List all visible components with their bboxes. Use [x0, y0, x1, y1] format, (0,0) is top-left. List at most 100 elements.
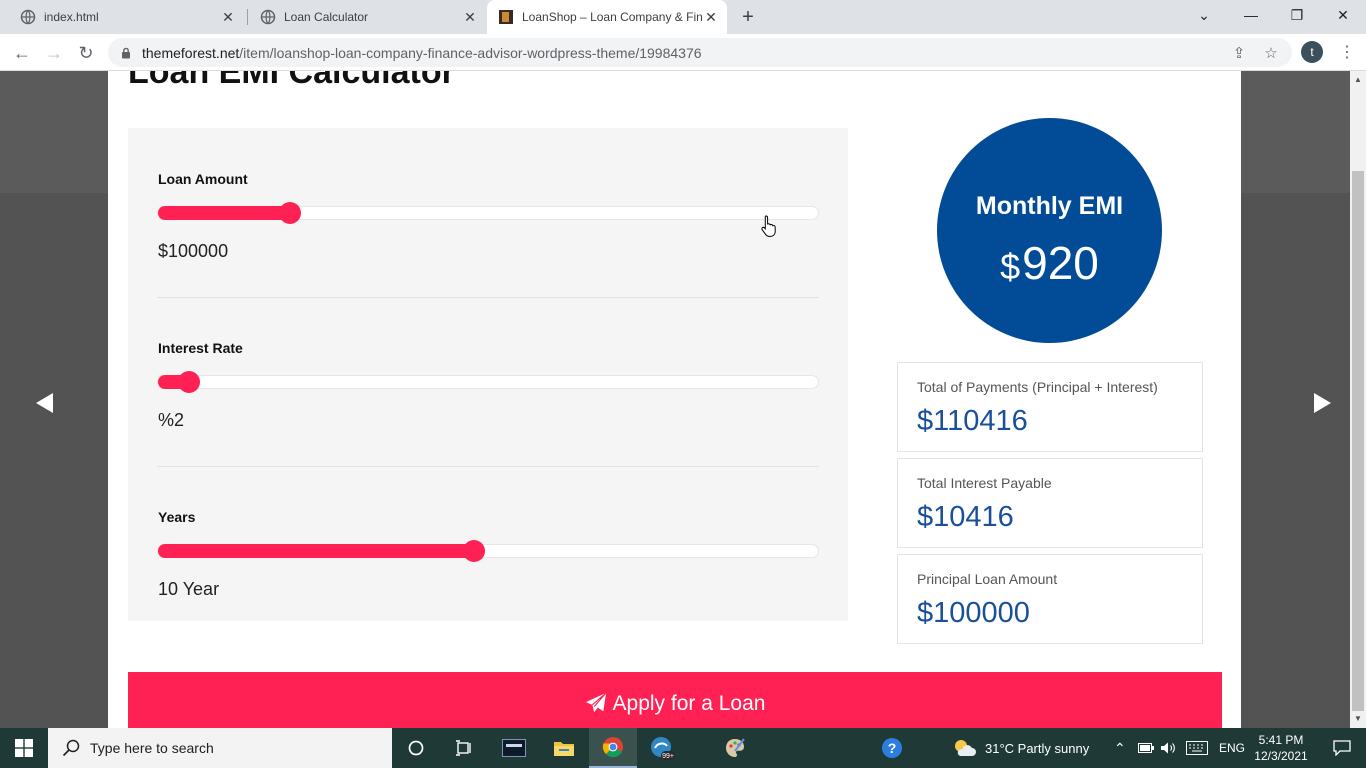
interest-rate-value: %2: [158, 410, 185, 430]
search-placeholder: Type here to search: [90, 740, 214, 756]
weather-text: 31°C Partly sunny: [985, 740, 1090, 756]
total-interest-label: Total Interest Payable: [917, 475, 1052, 491]
edge-notifications-icon[interactable]: 99+: [638, 728, 686, 768]
principal-amount-value: $100000: [917, 597, 1030, 629]
interest-rate-label: Interest Rate: [158, 340, 243, 356]
restore-button[interactable]: ❐: [1274, 0, 1320, 30]
years-label: Years: [158, 509, 196, 525]
tab-title: Loan Calculator: [284, 10, 369, 24]
clock-date: 12/3/2021: [1254, 749, 1308, 763]
years-slider[interactable]: [157, 540, 819, 562]
total-interest-box: Total Interest Payable $10416: [897, 458, 1203, 548]
share-icon[interactable]: ⇪: [1230, 44, 1248, 62]
forward-arrow-icon[interactable]: →: [40, 39, 68, 67]
tab-index-html[interactable]: index.html ✕: [0, 0, 244, 34]
touch-keyboard-icon[interactable]: [1186, 728, 1208, 768]
emi-amount: 920: [1022, 237, 1099, 289]
back-arrow-icon[interactable]: ←: [8, 39, 36, 67]
monthly-emi-circle: Monthly EMI $920: [937, 118, 1162, 343]
url-text: themeforest.net/item/loanshop-loan-compa…: [142, 45, 702, 61]
minimize-button[interactable]: —: [1228, 0, 1274, 30]
hand-cursor-icon: [761, 215, 776, 237]
url-path: /item/loanshop-loan-company-finance-advi…: [239, 44, 702, 61]
slider-thumb[interactable]: [463, 540, 485, 562]
monthly-emi-label: Monthly EMI: [975, 192, 1124, 220]
apply-button-label: Apply for a Loan: [612, 692, 766, 715]
clock-time: 5:41 PM: [1258, 733, 1304, 747]
notifications-icon[interactable]: [1318, 728, 1366, 768]
monthly-emi-value: $920: [937, 236, 1162, 290]
scrollbar-thumb[interactable]: [1352, 171, 1364, 711]
paint-palette-icon[interactable]: [711, 728, 759, 768]
browser-tab-strip: index.html ✕ Loan Calculator ✕ LoanShop …: [0, 0, 1366, 34]
previous-slide-arrow-icon[interactable]: [31, 381, 55, 421]
principal-amount-label: Principal Loan Amount: [917, 571, 1058, 587]
principal-amount-box: Principal Loan Amount $100000: [897, 554, 1203, 644]
close-tab-icon[interactable]: ✕: [462, 9, 478, 25]
system-clock[interactable]: 5:41 PM 12/3/2021: [1252, 732, 1310, 764]
next-slide-arrow-icon[interactable]: [1311, 381, 1335, 421]
browser-toolbar: ← → ↻ themeforest.net/item/loanshop-loan…: [0, 34, 1366, 71]
input-language[interactable]: ENG: [1219, 728, 1245, 768]
windows-logo-icon: [15, 739, 33, 757]
taskbar-search-box[interactable]: Type here to search: [48, 728, 392, 768]
help-icon[interactable]: ?: [868, 728, 916, 768]
lock-icon: [120, 47, 132, 59]
weather-widget[interactable]: 31°C Partly sunny: [952, 728, 1089, 768]
tab-loanshop[interactable]: LoanShop – Loan Company & Fin ✕: [487, 0, 727, 34]
battery-icon[interactable]: [1138, 728, 1154, 768]
slider-fill: [158, 206, 290, 220]
task-view-icon[interactable]: [440, 728, 488, 768]
slider-thumb[interactable]: [178, 371, 200, 393]
loan-amount-slider[interactable]: [157, 202, 819, 224]
svg-text:99+: 99+: [662, 753, 674, 760]
new-tab-button[interactable]: +: [736, 5, 760, 29]
total-payments-label: Total of Payments (Principal + Interest): [917, 379, 1158, 395]
total-payments-value: $110416: [917, 405, 1028, 437]
close-window-button[interactable]: ✕: [1320, 0, 1366, 30]
chrome-icon[interactable]: [589, 728, 637, 768]
address-bar[interactable]: themeforest.net/item/loanshop-loan-compa…: [108, 38, 1292, 67]
cortana-icon[interactable]: [392, 728, 440, 768]
total-payments-box: Total of Payments (Principal + Interest)…: [897, 362, 1203, 452]
loan-amount-value: $100000: [158, 241, 229, 261]
slider-fill: [158, 544, 474, 558]
search-icon: [62, 739, 80, 757]
globe-icon: [20, 9, 36, 25]
file-explorer-icon[interactable]: [540, 728, 588, 768]
tab-loan-calculator[interactable]: Loan Calculator ✕: [240, 0, 486, 34]
volume-icon[interactable]: [1160, 728, 1176, 768]
svg-text:?: ?: [888, 740, 897, 756]
page-title: Loan EMI Calculator: [128, 71, 455, 91]
profile-avatar[interactable]: t: [1301, 41, 1323, 63]
apply-for-loan-button[interactable]: Apply for a Loan: [128, 672, 1222, 728]
calculator-inputs-panel: Loan Amount $100000 Interest Rate %2 Yea…: [128, 128, 848, 621]
app-window-icon[interactable]: [490, 728, 538, 768]
windows-start-button[interactable]: [0, 728, 48, 768]
scroll-down-arrow-icon[interactable]: ▼: [1353, 714, 1363, 724]
page-viewport: Loan EMI Calculator Loan Amount $100000 …: [0, 71, 1350, 728]
loan-amount-label: Loan Amount: [158, 171, 248, 187]
scroll-up-arrow-icon[interactable]: ▲: [1353, 75, 1363, 85]
menu-kebab-icon[interactable]: ⋮: [1338, 43, 1356, 61]
url-host: themeforest.net: [142, 44, 240, 61]
tab-search-chevron-icon[interactable]: ⌄: [1181, 0, 1227, 30]
bookmark-star-icon[interactable]: ☆: [1262, 44, 1280, 62]
page-scrollbar[interactable]: ▲ ▼: [1350, 71, 1366, 728]
total-interest-value: $10416: [917, 501, 1014, 533]
reload-icon[interactable]: ↻: [72, 39, 100, 67]
envato-favicon-icon: [498, 9, 514, 25]
interest-rate-slider[interactable]: [157, 371, 819, 393]
close-tab-icon[interactable]: ✕: [703, 9, 719, 25]
calculator-card: Loan EMI Calculator Loan Amount $100000 …: [108, 71, 1241, 728]
divider: [157, 297, 819, 298]
slider-thumb[interactable]: [279, 202, 301, 224]
years-value: 10 Year: [158, 579, 220, 599]
emi-currency: $: [1000, 246, 1021, 287]
windows-taskbar: Type here to search 99+ ? 31°C Partly su…: [0, 728, 1366, 768]
tab-title: index.html: [44, 10, 99, 24]
show-hidden-icons-chevron-icon[interactable]: ⌃: [1114, 728, 1126, 768]
close-tab-icon[interactable]: ✕: [220, 9, 236, 25]
divider: [157, 466, 819, 467]
partly-sunny-icon: [955, 740, 976, 756]
